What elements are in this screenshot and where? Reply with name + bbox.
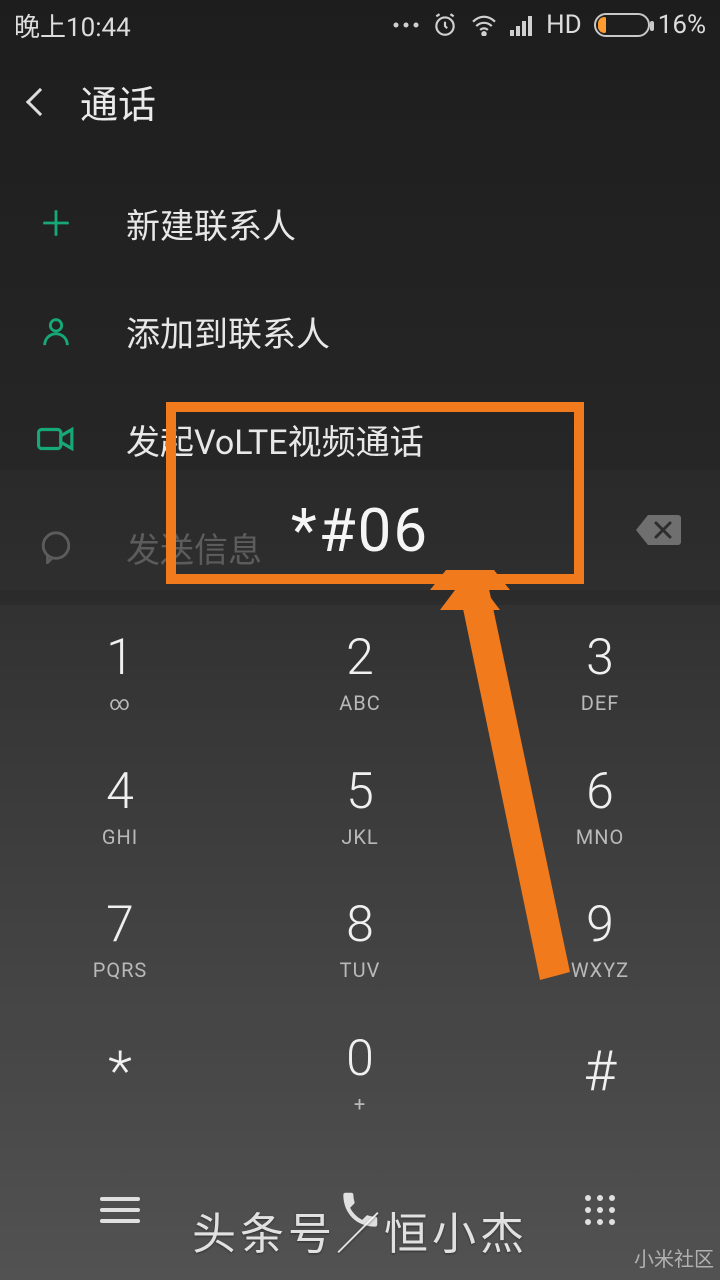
back-icon[interactable] — [26, 87, 54, 115]
header: 通话 — [0, 50, 720, 139]
hd-indicator: HD — [546, 10, 582, 40]
key-7[interactable]: 7PQRS — [0, 873, 240, 1007]
option-label: 添加到联系人 — [126, 307, 330, 356]
wifi-icon — [470, 14, 498, 36]
person-icon — [34, 314, 78, 348]
call-button[interactable] — [338, 1188, 382, 1232]
key-hash[interactable]: # — [480, 1006, 720, 1140]
option-add-to-contact[interactable]: 添加到联系人 — [34, 277, 686, 385]
option-label: 发起VoLTE视频通话 — [126, 415, 424, 464]
key-4[interactable]: 4GHI — [0, 739, 240, 873]
key-3[interactable]: 3DEF — [480, 605, 720, 739]
battery-percent: 16% — [658, 10, 706, 40]
backspace-button[interactable] — [634, 513, 682, 547]
key-8[interactable]: 8TUV — [240, 873, 480, 1007]
alarm-icon — [432, 12, 458, 38]
page-title: 通话 — [80, 74, 156, 129]
bottom-bar — [0, 1140, 720, 1280]
signal-icon — [510, 14, 534, 36]
dialed-number-row: *#06 — [0, 470, 720, 590]
key-6[interactable]: 6MNO — [480, 739, 720, 873]
option-label: 新建联系人 — [126, 199, 296, 248]
dialpad-toggle-button[interactable] — [580, 1190, 620, 1230]
status-time: 晚上10:44 — [14, 7, 131, 44]
video-icon — [34, 424, 78, 454]
key-1[interactable]: 1∞ — [0, 605, 240, 739]
key-9[interactable]: 9WXYZ — [480, 873, 720, 1007]
dialed-number: *#06 — [291, 495, 429, 566]
key-5[interactable]: 5JKL — [240, 739, 480, 873]
battery-indicator: 16% — [594, 10, 706, 40]
key-2[interactable]: 2ABC — [240, 605, 480, 739]
plus-icon — [34, 206, 78, 240]
key-0[interactable]: 0+ — [240, 1006, 480, 1140]
key-star[interactable]: * — [0, 1006, 240, 1140]
option-new-contact[interactable]: 新建联系人 — [34, 169, 686, 277]
battery-icon — [594, 13, 650, 37]
menu-button[interactable] — [100, 1195, 140, 1225]
status-bar: 晚上10:44 HD 16% — [0, 0, 720, 50]
dial-keypad: 1∞ 2ABC 3DEF 4GHI 5JKL 6MNO 7PQRS 8TUV 9… — [0, 605, 720, 1140]
more-icon — [392, 20, 420, 30]
status-right: HD 16% — [392, 10, 706, 40]
